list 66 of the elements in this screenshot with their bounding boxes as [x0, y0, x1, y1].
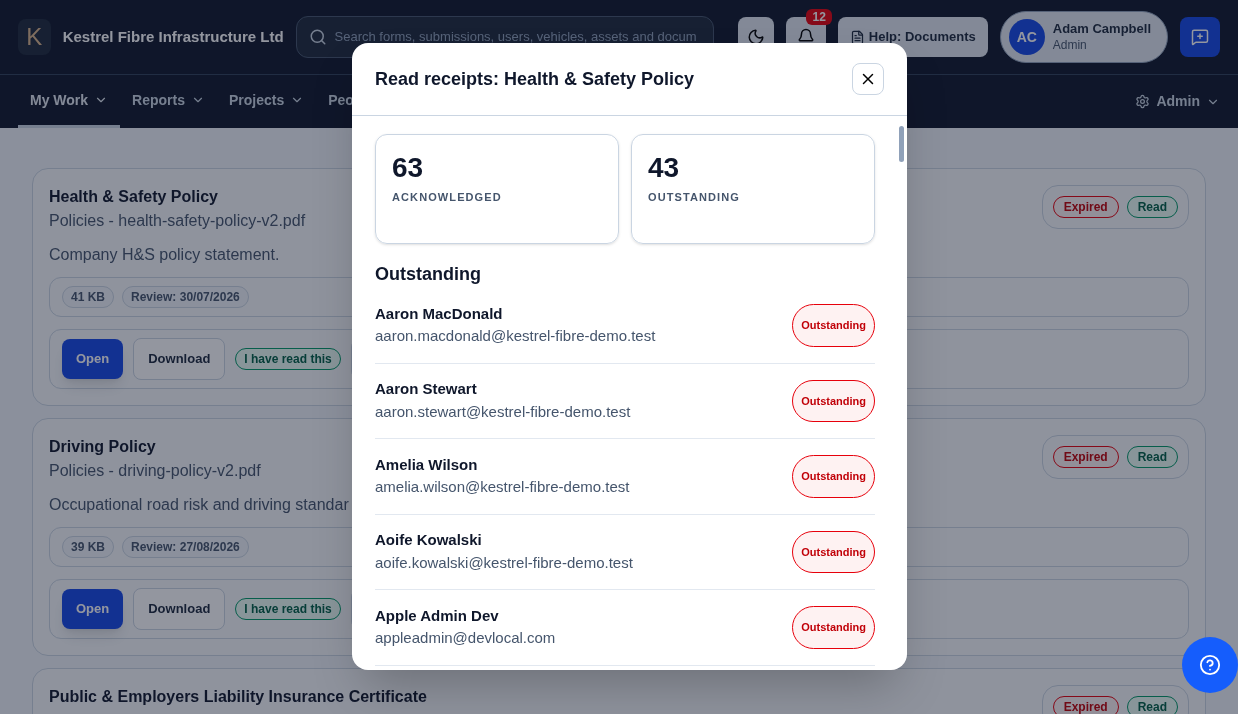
status-badge: Outstanding — [792, 304, 875, 347]
person-name: Aaron MacDonald — [375, 303, 504, 324]
company-name: Kestrel Fibre Infrastructure Ltd — [62, 26, 284, 47]
section-heading: Outstanding — [375, 263, 482, 286]
stat-label: ACKNOWLEDGED — [392, 190, 502, 205]
person-email: appleadmin@devlocal.com — [375, 628, 556, 649]
document-description: Company H&S policy statement. — [49, 245, 280, 265]
status-badge: Outstanding — [792, 379, 875, 422]
admin-menu[interactable]: Admin — [1135, 75, 1220, 128]
download-button[interactable]: Download — [133, 588, 226, 630]
stat-value: 63 — [392, 151, 424, 185]
document-title: Driving Policy — [49, 437, 157, 457]
status-badge: Read — [1126, 446, 1178, 468]
status-badge: Read — [1126, 196, 1178, 218]
person-email: aaron.macdonald@kestrel-fibre-demo.test — [375, 326, 656, 347]
document-description: Occupational road risk and driving standar — [49, 495, 349, 515]
person-name: Amelia Wilson — [375, 454, 479, 475]
person-email: amelia.wilson@kestrel-fibre-demo.test — [375, 477, 630, 498]
document-title: Health & Safety Policy — [49, 187, 219, 207]
stat-value: 43 — [648, 151, 680, 185]
help-icon — [1199, 654, 1221, 676]
person-name: Aaron Stewart — [375, 379, 478, 400]
message-plus-icon — [1191, 28, 1209, 46]
status-badge: Outstanding — [792, 530, 875, 573]
help-button[interactable] — [1182, 637, 1238, 693]
nav-tab[interactable]: Reports — [120, 75, 217, 128]
document-icon — [849, 29, 865, 45]
meta-tag: 39 KB — [62, 536, 114, 558]
status-badge: Outstanding — [792, 455, 875, 498]
download-button[interactable]: Download — [133, 338, 226, 380]
meta-tag: Review: 27/08/2026 — [122, 536, 249, 558]
open-button[interactable]: Open — [62, 589, 124, 629]
open-button[interactable]: Open — [62, 339, 124, 379]
logo-icon: K — [18, 19, 51, 55]
person-name: Aoife Kowalski — [375, 530, 483, 551]
document-title: Public & Employers Liability Insurance Certificate — [49, 687, 427, 707]
search-input[interactable]: Search forms, submissions, users, vehicles, assets and docum — [334, 27, 701, 47]
notification-count: 12 — [806, 9, 832, 25]
nav-tab[interactable]: My Work — [18, 75, 121, 128]
moon-icon — [746, 28, 765, 46]
stat-label: OUTSTANDING — [648, 190, 740, 205]
status-badge: Expired — [1052, 446, 1119, 468]
document-subtitle: Policies - health-safety-policy-v2.pdf — [49, 211, 306, 231]
feedback-button[interactable] — [1180, 17, 1220, 57]
status-badge: Expired — [1052, 196, 1119, 218]
nav-tab[interactable]: Projects — [217, 75, 317, 128]
dialog-title: Read receipts: Health & Safety Policy — [375, 67, 695, 91]
person-email: aaron.stewart@kestrel-fibre-demo.test — [375, 401, 631, 422]
user-role: Admin — [1052, 37, 1088, 53]
meta-tag: Review: 30/07/2026 — [122, 286, 249, 308]
person-email: aoife.kowalski@kestrel-fibre-demo.test — [375, 552, 633, 573]
user-avatar: AC — [1008, 19, 1045, 55]
settings-icon — [1135, 94, 1151, 109]
read-confirm-button[interactable]: I have read this — [235, 348, 341, 370]
close-button[interactable] — [852, 63, 884, 95]
scrollbar — [899, 126, 904, 162]
meta-tag: 41 KB — [62, 286, 114, 308]
document-subtitle: Policies - driving-policy-v2.pdf — [49, 461, 261, 481]
status-badge: Outstanding — [792, 606, 875, 649]
user-name: Adam Campbell — [1052, 21, 1151, 37]
search-icon — [308, 28, 327, 46]
user-menu[interactable]: AC Adam Campbell Admin — [999, 11, 1168, 63]
status-badge: Expired — [1052, 696, 1119, 714]
read-confirm-button[interactable]: I have read this — [235, 598, 341, 620]
status-badge: Read — [1126, 696, 1178, 714]
person-name: Apple Admin Dev — [375, 605, 500, 626]
